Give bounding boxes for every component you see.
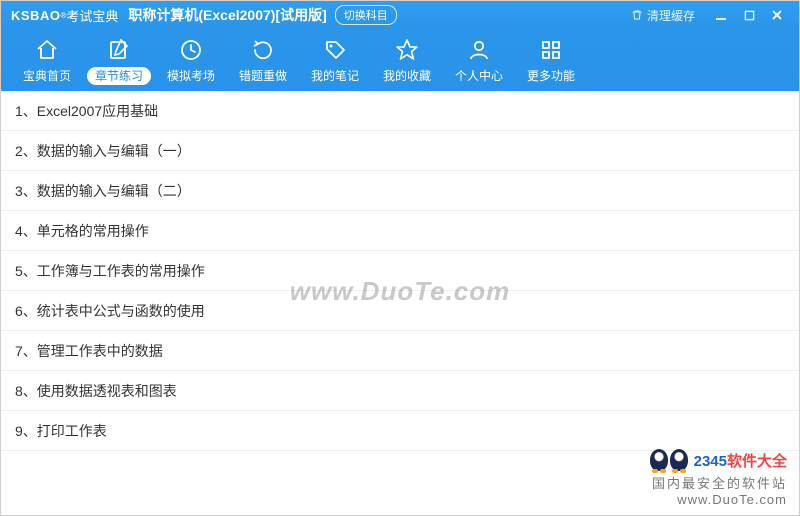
nav-more[interactable]: 更多功能 (515, 33, 587, 87)
chapter-item[interactable]: 5、工作簿与工作表的常用操作 (1, 251, 799, 291)
clear-cache-button[interactable]: 清理缓存 (631, 7, 695, 24)
chapter-item[interactable]: 4、单元格的常用操作 (1, 211, 799, 251)
nav-wrong-redo[interactable]: 错题重做 (227, 33, 299, 87)
redo-icon (250, 37, 276, 63)
nav-label: 模拟考场 (159, 67, 223, 85)
maximize-button[interactable] (735, 1, 763, 29)
home-icon (34, 37, 60, 63)
nav-mock-exam[interactable]: 模拟考场 (155, 33, 227, 87)
star-icon (394, 37, 420, 63)
grid-icon (538, 37, 564, 63)
nav-label: 我的笔记 (303, 67, 367, 85)
logo-en: KSBAO (11, 8, 60, 23)
maximize-icon (744, 10, 755, 21)
minimize-icon (715, 9, 727, 21)
chapter-item[interactable]: 3、数据的输入与编辑（二） (1, 171, 799, 211)
switch-subject-button[interactable]: 切换科目 (335, 5, 397, 25)
user-icon (466, 37, 492, 63)
nav-label: 更多功能 (519, 67, 583, 85)
nav-label: 错题重做 (231, 67, 295, 85)
chapter-item[interactable]: 2、数据的输入与编辑（一） (1, 131, 799, 171)
nav-label: 我的收藏 (375, 67, 439, 85)
minimize-button[interactable] (707, 1, 735, 29)
main-toolbar: 宝典首页 章节练习 模拟考场 错题重做 我的笔记 我的收藏 个人中心 更多功能 (1, 29, 799, 91)
chapter-item[interactable]: 8、使用数据透视表和图表 (1, 371, 799, 411)
chapter-item[interactable]: 9、打印工作表 (1, 411, 799, 451)
nav-user-center[interactable]: 个人中心 (443, 33, 515, 87)
trash-icon (631, 9, 643, 21)
chapter-item[interactable]: 6、统计表中公式与函数的使用 (1, 291, 799, 331)
nav-label: 宝典首页 (15, 67, 79, 85)
chapter-list: 1、Excel2007应用基础 2、数据的输入与编辑（一） 3、数据的输入与编辑… (1, 91, 799, 515)
trial-tag: [试用版] (275, 5, 326, 25)
title-bar: KSBAO® 考试宝典 职称计算机(Excel2007)[试用版] 切换科目 清… (1, 1, 799, 29)
close-icon (771, 9, 783, 21)
nav-label: 个人中心 (447, 67, 511, 85)
edit-icon (106, 37, 132, 63)
clock-icon (178, 37, 204, 63)
chapter-item[interactable]: 1、Excel2007应用基础 (1, 91, 799, 131)
app-title: 职称计算机(Excel2007) (128, 5, 275, 25)
nav-my-notes[interactable]: 我的笔记 (299, 33, 371, 87)
tag-icon (322, 37, 348, 63)
nav-home[interactable]: 宝典首页 (11, 33, 83, 87)
nav-label: 章节练习 (87, 67, 151, 85)
logo-cn: 考试宝典 (66, 6, 118, 25)
chapter-item[interactable]: 7、管理工作表中的数据 (1, 331, 799, 371)
close-button[interactable] (763, 1, 791, 29)
nav-chapter-practice[interactable]: 章节练习 (83, 33, 155, 87)
nav-my-favorites[interactable]: 我的收藏 (371, 33, 443, 87)
